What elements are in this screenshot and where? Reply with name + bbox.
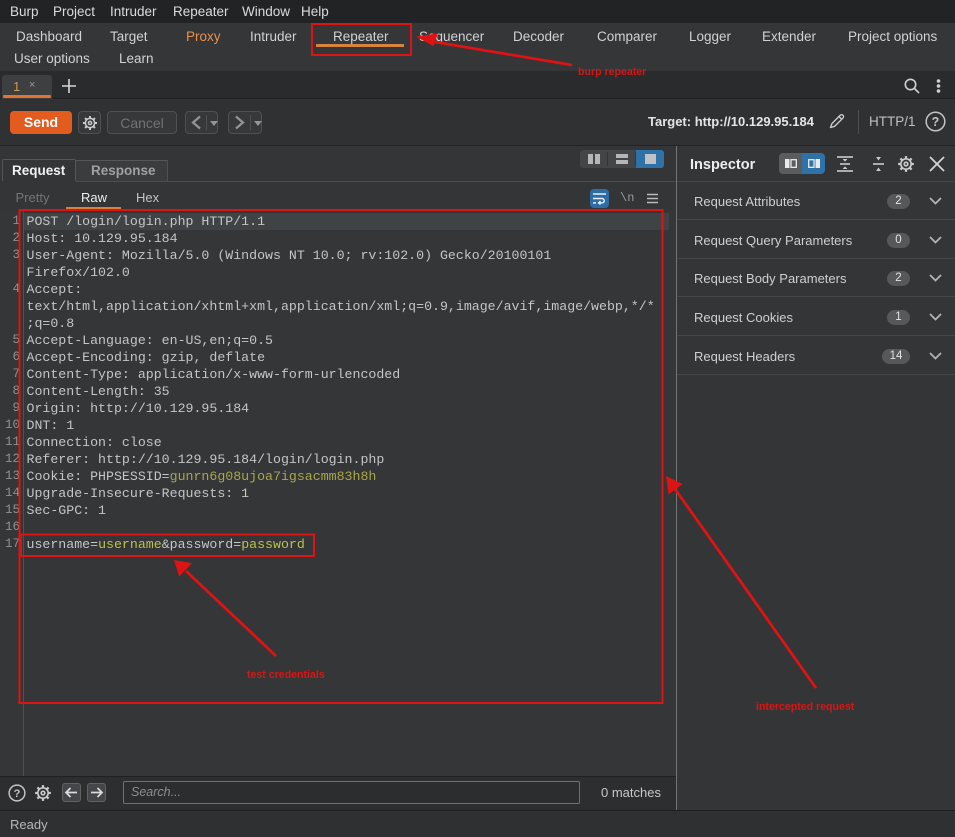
svg-text:?: ? — [14, 788, 21, 800]
svg-text:?: ? — [932, 115, 940, 129]
